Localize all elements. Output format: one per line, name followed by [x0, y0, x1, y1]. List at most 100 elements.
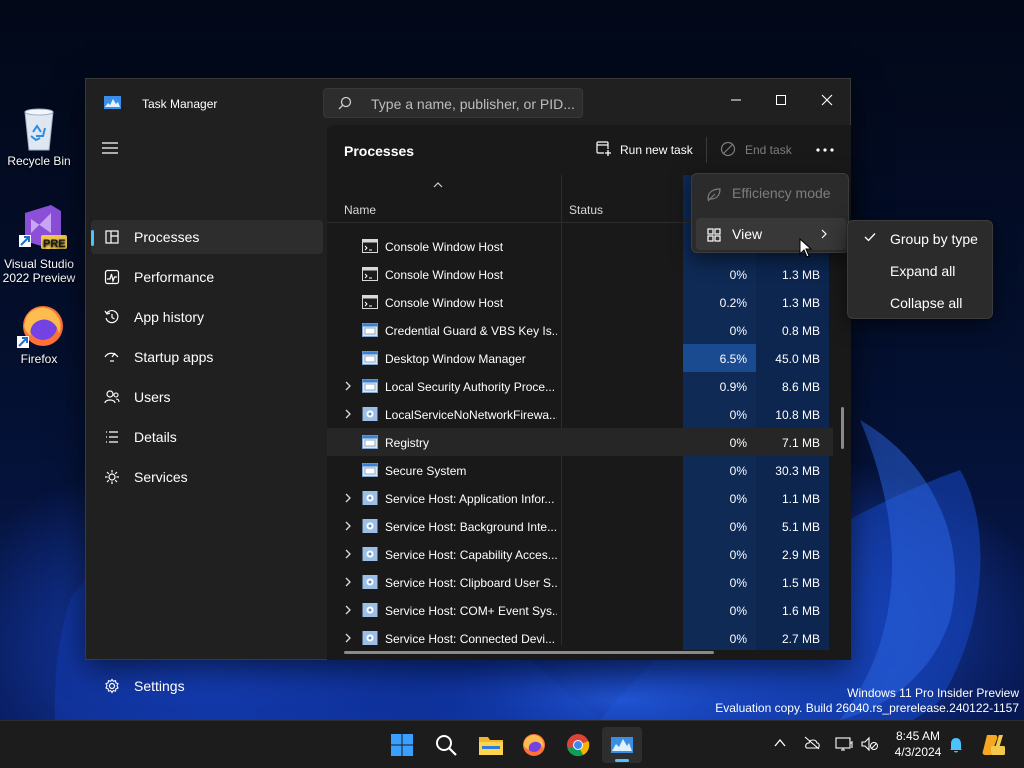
table-row[interactable]: Service Host: Application Infor... 0% 1.1 … — [327, 484, 833, 512]
end-task-icon — [720, 141, 736, 157]
nav-item-details[interactable]: Details — [91, 420, 323, 454]
desktop-icon-visual-studio[interactable]: PRE Visual Studio 2022 Preview — [1, 203, 77, 285]
end-task-button[interactable]: End task — [720, 138, 800, 162]
process-cpu: 0% — [729, 632, 747, 646]
chrome-taskbar-button[interactable] — [558, 727, 598, 763]
nav-item-startup-apps[interactable]: Startup apps — [91, 340, 323, 374]
expand-chevron-icon[interactable] — [344, 381, 352, 391]
application-window-icon — [362, 323, 378, 337]
visual-studio-icon: PRE — [17, 203, 67, 253]
hamburger-menu-icon[interactable] — [101, 141, 119, 155]
process-name: Secure System — [385, 464, 467, 478]
firefox-taskbar-button[interactable] — [514, 727, 554, 763]
nav-item-performance[interactable]: Performance — [91, 260, 323, 294]
taskbar-search-button[interactable] — [426, 727, 466, 763]
menu-item-view[interactable]: View — [696, 218, 846, 250]
run-new-task-button[interactable]: Run new task — [595, 138, 695, 162]
services-icon — [105, 470, 119, 484]
minimize-icon — [731, 99, 741, 101]
sort-ascending-icon — [433, 182, 443, 188]
expand-chevron-icon[interactable] — [344, 605, 352, 615]
close-button[interactable] — [805, 85, 849, 115]
notification-bell-icon[interactable] — [949, 737, 963, 753]
application-window-icon — [362, 351, 378, 365]
nav-item-processes[interactable]: Processes — [91, 220, 323, 254]
cloud-offline-icon[interactable] — [803, 736, 821, 750]
table-row[interactable]: Service Host: Background Inte... 0% 5.1 MB — [327, 512, 833, 540]
network-icon[interactable] — [835, 736, 853, 752]
clock[interactable]: 8:45 AM 4/3/2024 — [886, 728, 950, 760]
horizontal-scrollbar[interactable] — [344, 651, 714, 654]
application-window-icon — [362, 463, 378, 477]
expand-chevron-icon[interactable] — [344, 409, 352, 419]
title-bar[interactable]: Task Manager Type a name, publisher, or … — [86, 79, 850, 125]
taskbar: 8:45 AM 4/3/2024 — [0, 720, 1024, 768]
table-row[interactable]: Secure System 0% 30.3 MB — [327, 456, 833, 484]
start-button[interactable] — [382, 727, 422, 763]
nav-label: Startup apps — [134, 349, 214, 365]
file-explorer-icon — [479, 737, 503, 755]
recycle-bin-icon — [17, 106, 61, 151]
process-cpu: 6.5% — [719, 352, 747, 366]
volume-muted-icon[interactable] — [861, 736, 879, 752]
expand-chevron-icon[interactable] — [344, 577, 352, 587]
desktop-icon-firefox[interactable]: Firefox — [1, 302, 77, 366]
menu-item-efficiency-mode[interactable]: Efficiency mode — [696, 177, 846, 209]
grid-view-icon — [707, 228, 721, 242]
submenu-item-expand-all[interactable]: Expand all — [852, 254, 990, 286]
service-host-gear-icon — [362, 547, 378, 561]
process-memory: 8.6 MB — [781, 380, 820, 394]
more-options-icon[interactable] — [813, 138, 837, 162]
search-box[interactable]: Type a name, publisher, or PID... — [323, 88, 583, 118]
process-cpu: 0% — [729, 324, 747, 338]
process-name: Local Security Authority Proce... — [385, 380, 556, 394]
process-memory: 1.3 MB — [781, 268, 820, 282]
run-new-task-icon — [596, 141, 612, 157]
copilot-preview-icon[interactable] — [981, 733, 1005, 757]
column-header-name[interactable]: Name — [344, 203, 376, 217]
settings-label: Settings — [134, 678, 185, 694]
table-row[interactable]: Service Host: COM+ Event Sys... 0% 1.6 MB — [327, 596, 833, 624]
service-host-gear-icon — [362, 519, 378, 533]
column-header-status[interactable]: Status — [569, 203, 603, 217]
expand-chevron-icon[interactable] — [344, 633, 352, 643]
nav-label: App history — [134, 309, 205, 325]
minimize-button[interactable] — [714, 85, 758, 115]
show-hidden-icons-chevron-up-icon[interactable] — [773, 736, 787, 750]
expand-chevron-icon[interactable] — [344, 549, 352, 559]
table-row[interactable]: Service Host: Capability Acces... 0% 2.9 M… — [327, 540, 833, 568]
table-row[interactable]: Service Host: Connected Devi... 0% 2.7 MB — [327, 624, 833, 652]
maximize-button[interactable] — [759, 85, 803, 115]
process-name: Console Window Host — [385, 296, 504, 310]
table-row[interactable]: Console Window Host 0% 1.3 MB — [327, 260, 833, 288]
vertical-scrollbar[interactable] — [841, 407, 844, 449]
table-row[interactable]: LocalServiceNoNetworkFirewa... 0% 10.8 MB — [327, 400, 833, 428]
expand-chevron-icon[interactable] — [344, 493, 352, 503]
process-cpu: 0% — [729, 268, 747, 282]
navigation-sidebar: Processes Performance App history Startu… — [86, 125, 326, 694]
process-memory: 7.1 MB — [781, 436, 820, 450]
nav-item-app-history[interactable]: App history — [91, 300, 323, 334]
submenu-item-collapse-all[interactable]: Collapse all — [852, 286, 990, 318]
table-row[interactable]: Desktop Window Manager 6.5% 45.0 MB — [327, 344, 833, 372]
task-manager-taskbar-button[interactable] — [602, 727, 642, 763]
firefox-icon — [523, 734, 545, 756]
process-cpu: 0% — [729, 604, 747, 618]
nav-item-users[interactable]: Users — [91, 380, 323, 414]
table-row[interactable]: Local Security Authority Proce... 0.9% 8.6… — [327, 372, 833, 400]
nav-label: Users — [134, 389, 171, 405]
console-window-icon — [362, 295, 378, 309]
nav-item-services[interactable]: Services — [91, 460, 323, 494]
nav-item-settings[interactable]: Settings — [91, 669, 323, 699]
table-row[interactable]: Service Host: Clipboard User S... 0% 1.5 M… — [327, 568, 833, 596]
table-row[interactable]: Console Window Host 0.2% 1.3 MB — [327, 288, 833, 316]
table-row[interactable]: Credential Guard & VBS Key Is... 0% 0.8 MB — [327, 316, 833, 344]
desktop-icon-recycle-bin[interactable]: Recycle Bin — [1, 106, 77, 168]
expand-chevron-icon[interactable] — [344, 521, 352, 531]
file-explorer-button[interactable] — [470, 727, 510, 763]
submenu-item-group-by-type[interactable]: Group by type — [852, 222, 990, 254]
process-cpu: 0% — [729, 548, 747, 562]
table-row[interactable]: Registry 0% 7.1 MB — [327, 428, 833, 456]
process-memory: 1.1 MB — [781, 492, 820, 506]
maximize-icon — [776, 95, 786, 105]
